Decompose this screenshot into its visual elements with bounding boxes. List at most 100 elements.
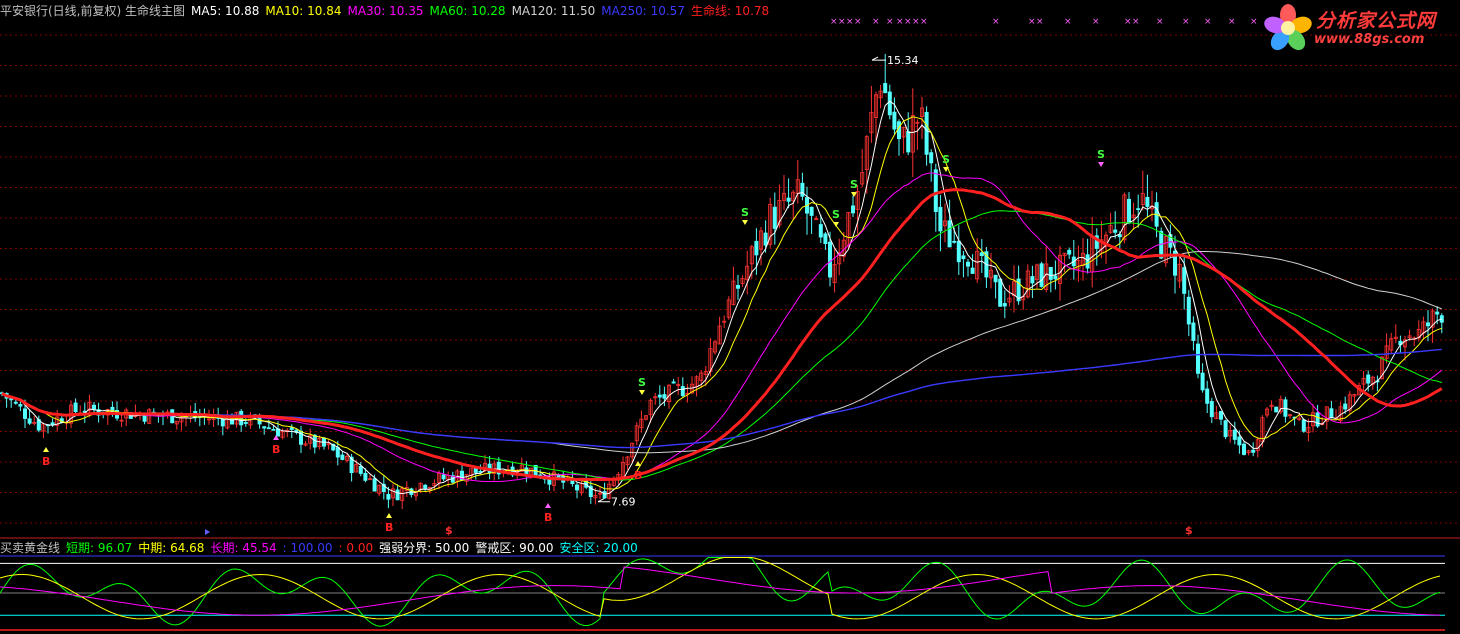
sell-arrow-icon (833, 222, 839, 227)
chart-stage[interactable]: 15.34 7.69 B B B B B S S S S S S $ $ × × × × × × × × × × × × × × × × × ×… (0, 0, 1460, 634)
candle-body (851, 205, 856, 214)
high-marker-label: 15.34 (887, 54, 919, 67)
top-x-marker: × (1132, 17, 1140, 27)
candle-body (933, 169, 938, 212)
top-x-marker: × (1182, 17, 1190, 27)
candle-body (9, 398, 14, 401)
top-x-marker: × (838, 17, 846, 27)
sub-legend: 买卖黄金线 短期: 96.07 中期: 64.68 长期: 45.54: 100.00… (0, 541, 644, 555)
candle-body (363, 472, 368, 481)
candle-body (1251, 449, 1256, 453)
sell-signal-label: S (741, 206, 749, 219)
candle-body (929, 152, 934, 164)
candle-body (671, 381, 676, 384)
candle-body (1067, 249, 1072, 255)
candle-body (473, 468, 478, 473)
sell-arrow-icon (639, 390, 645, 395)
top-x-marker: × (904, 17, 912, 27)
buy-signal-label: B (634, 469, 642, 482)
candle-body (386, 493, 391, 500)
sub-legend-item-6: 强弱分界: 50.00 (379, 541, 470, 555)
candle-body (220, 418, 225, 427)
candle-body (243, 422, 248, 424)
sub-legend-item-4: : 100.00 (282, 541, 333, 555)
candle-body (818, 224, 823, 238)
candle-body (1301, 419, 1306, 432)
top-x-marker: × (872, 17, 880, 27)
top-x-marker: × (1250, 17, 1258, 27)
candle-body (1315, 412, 1320, 427)
candle-body (1039, 263, 1044, 287)
candle-body (262, 426, 267, 429)
candle-body (1426, 322, 1431, 327)
buy-signal-label: B (544, 511, 552, 524)
top-x-marker: × (1036, 17, 1044, 27)
candle-body (892, 111, 897, 130)
candle-body (266, 427, 271, 430)
candle-body (1205, 388, 1210, 404)
main-legend-item-7: 生命线: 10.78 (690, 4, 770, 18)
candle-body (1237, 436, 1242, 446)
candle-body (441, 474, 446, 480)
sell-signal-label: S (1097, 148, 1105, 161)
candle-body (423, 484, 428, 490)
candle-body (887, 91, 892, 116)
candle-body (1127, 198, 1132, 224)
candle-body (970, 267, 975, 274)
candle-body (800, 182, 805, 197)
buy-arrow-icon (386, 513, 392, 518)
candle-body (1219, 410, 1224, 420)
candle-body (786, 197, 791, 202)
candle-body (1053, 275, 1058, 280)
top-x-marker: × (1156, 17, 1164, 27)
main-legend-item-2: MA10: 10.84 (265, 4, 342, 18)
sell-signal-label: S (832, 208, 840, 221)
candle-body (1223, 420, 1228, 438)
candle-body (1242, 443, 1247, 455)
main-legend-item-0: 平安银行(日线,前复权) 生命线主图 (0, 4, 185, 18)
site-logo: 分析家公式网 www.88gs.com (1262, 2, 1456, 52)
candle-body (979, 252, 984, 257)
main-legend-item-3: MA30: 10.35 (347, 4, 424, 18)
buy-signal-label: B (272, 443, 280, 456)
candle-body (1048, 267, 1053, 280)
top-x-marker: × (1064, 17, 1072, 27)
candle-body (754, 240, 759, 256)
main-legend: 平安银行(日线,前复权) 生命线主图 MA5: 10.88 MA10: 10.84 M… (0, 4, 775, 18)
sub-legend-item-2: 中期: 64.68 (138, 541, 205, 555)
top-x-marker: × (854, 17, 862, 27)
low-marker-label: 7.69 (611, 496, 636, 509)
candle-body (1136, 208, 1141, 211)
sub-legend-item-8: 安全区: 20.00 (559, 541, 638, 555)
chart-canvas[interactable]: 15.347.69BBBBBSS SSS S$ $× × × × × × × × × × × × × × × × × ×… (0, 0, 1460, 634)
top-x-marker: × (896, 17, 904, 27)
candle-body (809, 206, 814, 216)
candle-body (271, 428, 276, 431)
candle-body (828, 241, 833, 278)
candle-body (22, 408, 27, 419)
sell-signal-label: S (942, 153, 950, 166)
candle-body (1002, 303, 1007, 307)
candle-body (27, 418, 32, 424)
candle-body (1196, 343, 1201, 374)
candle-body (602, 491, 607, 499)
sub-arrow-icon (205, 529, 210, 535)
sub-legend-item-1: 短期: 96.07 (66, 541, 133, 555)
buy-signal-label: B (385, 521, 393, 534)
candle-body (395, 489, 400, 501)
candle-body (13, 401, 18, 404)
main-legend-item-6: MA250: 10.57 (601, 4, 685, 18)
candle-body (335, 447, 340, 458)
candle-body (358, 466, 363, 474)
candle-body (657, 394, 662, 398)
candle-body (73, 402, 78, 413)
candle-body (662, 394, 667, 399)
candle-body (289, 427, 294, 430)
candle-body (18, 404, 23, 407)
candle-body (372, 478, 377, 492)
candle-body (92, 404, 97, 410)
sub-legend-item-7: 警戒区: 90.00 (475, 541, 554, 555)
candle-body (956, 240, 961, 263)
candle-body (1186, 296, 1191, 325)
candle-body (998, 278, 1003, 307)
